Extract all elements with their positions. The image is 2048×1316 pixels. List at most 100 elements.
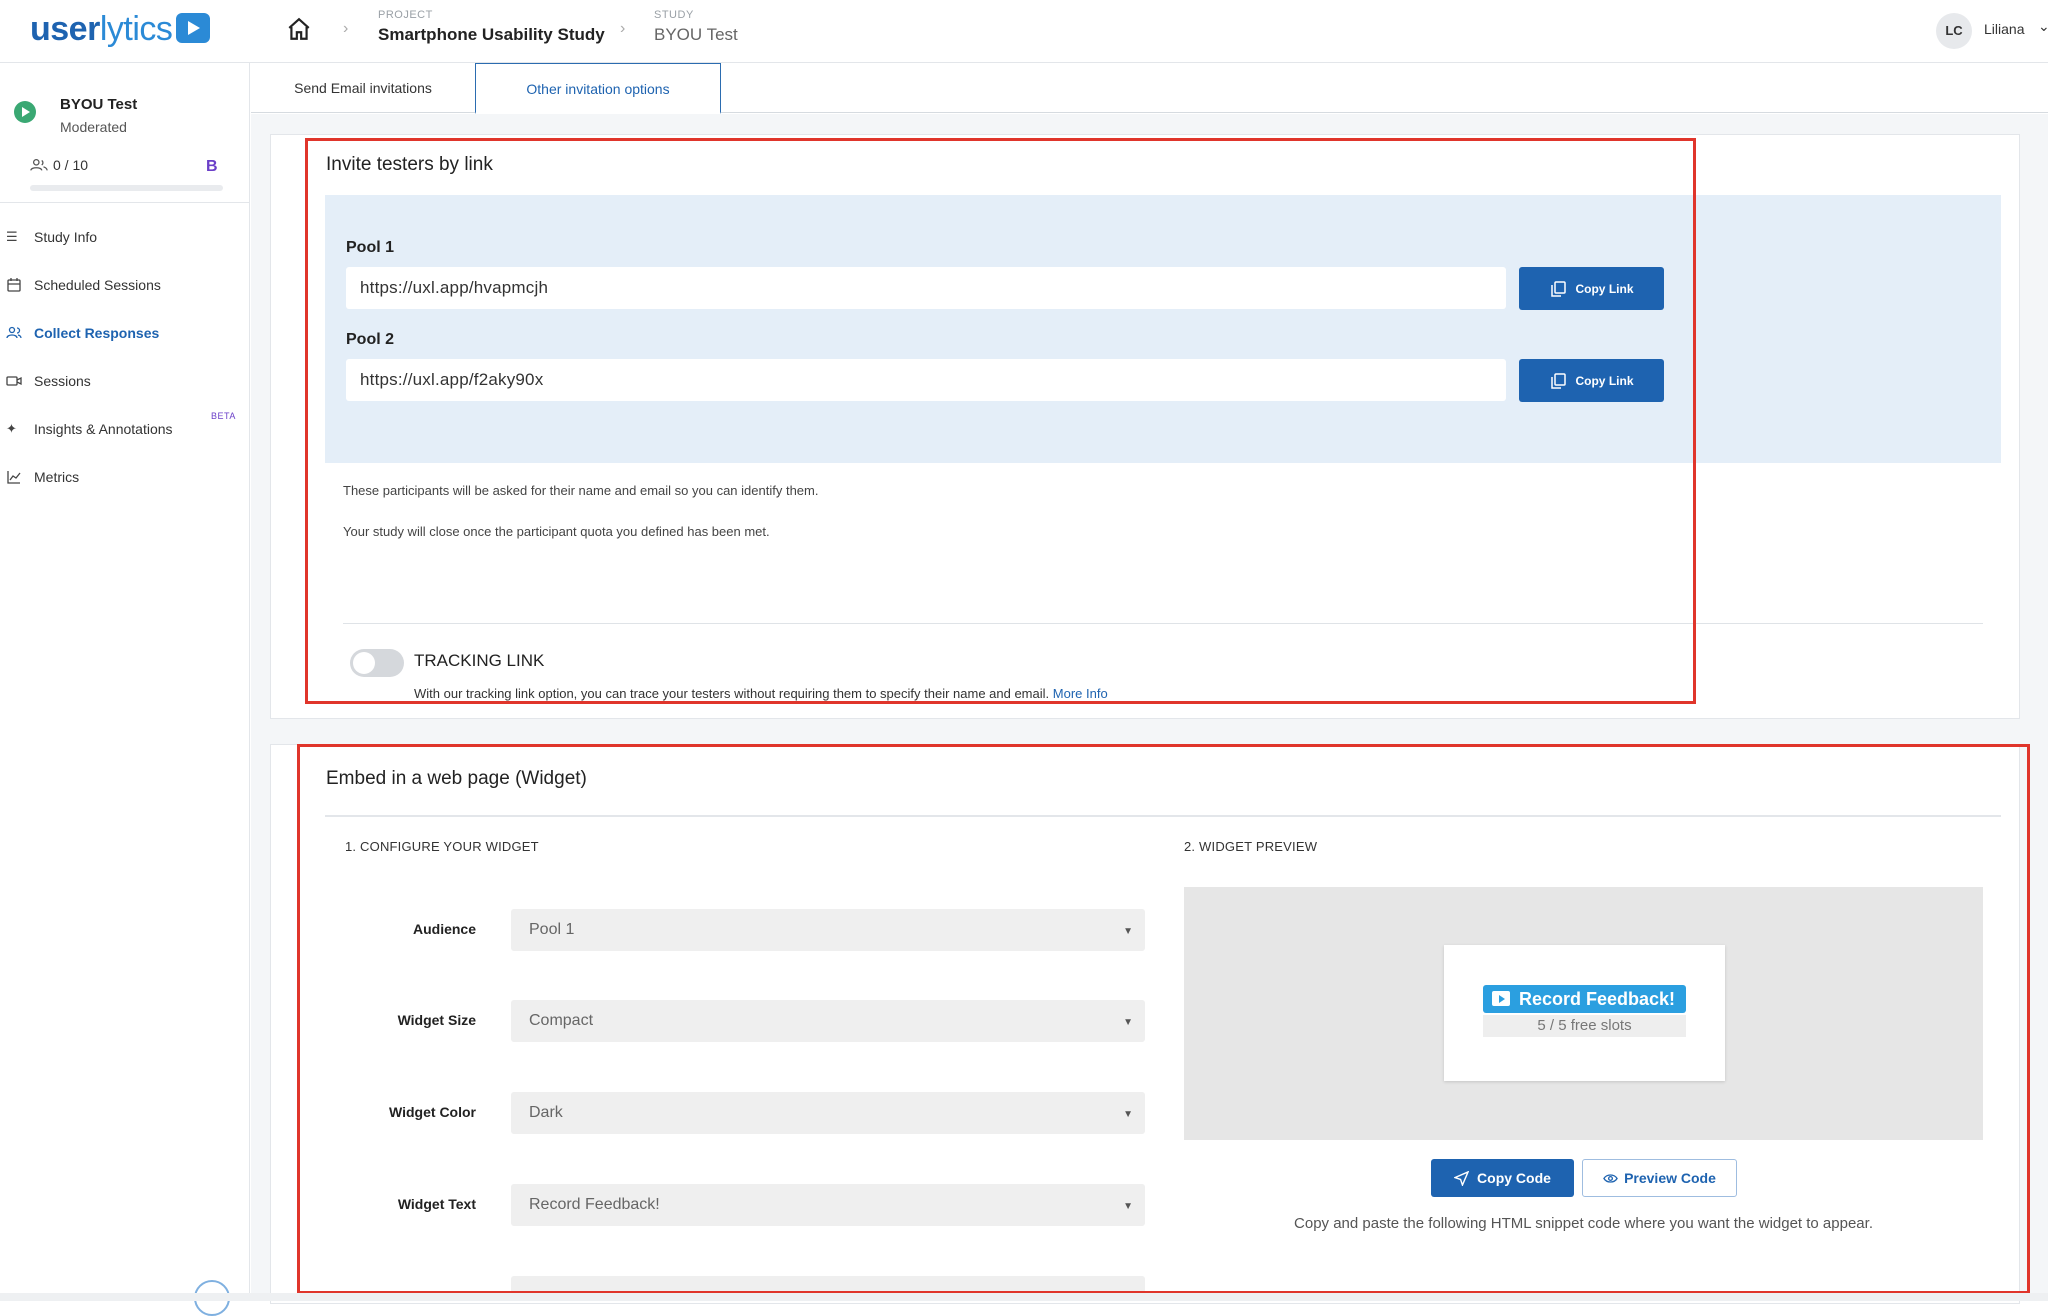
record-feedback-preview-button[interactable]: Record Feedback! [1483,985,1686,1013]
snippet-instruction: Copy and paste the following HTML snippe… [1294,1215,1873,1232]
sidebar-item-collect-responses[interactable]: Collect Responses [0,309,250,357]
configure-widget-label: 1. CONFIGURE YOUR WIDGET [345,839,539,854]
breadcrumb-study-label: STUDY [654,9,694,21]
sidebar: BYOU Test Moderated 0 / 10 B ☰ Study Inf… [0,63,250,1316]
copy-icon [1551,372,1567,389]
tab-other-options[interactable]: Other invitation options [475,63,721,114]
section-divider [325,815,2001,817]
video-icon [6,376,22,386]
sidebar-item-label: Collect Responses [34,325,160,341]
sidebar-item-label: Insights & Annotations [34,421,173,437]
sidebar-item-metrics[interactable]: Metrics [0,453,250,501]
tracking-link-title: TRACKING LINK [414,651,545,670]
invitation-tabs: Send Email invitations Other invitation … [251,63,2048,114]
tracking-link-desc-text: With our tracking link option, you can t… [414,686,1050,701]
widget-text-select[interactable]: Record Feedback! ▼ [511,1184,1145,1226]
tab-send-email[interactable]: Send Email invitations [251,63,475,113]
sidebar-item-label: Sessions [34,373,91,389]
logo-text-bold: user [30,10,100,48]
widget-color-select[interactable]: Dark ▼ [511,1092,1145,1134]
quota-count: 0 / 10 [53,157,89,173]
copy-link-label: Copy Link [1575,373,1634,388]
preview-code-button[interactable]: Preview Code [1582,1159,1737,1197]
chevron-down-icon[interactable]: ⌄ [2038,18,2048,35]
userlytics-logo[interactable]: userlytics [30,10,211,49]
chevron-down-icon: ▼ [1123,1017,1133,1028]
participants-icon [30,158,48,171]
section-divider [343,623,1983,624]
breadcrumb-chevron-icon: › [343,20,349,37]
breadcrumb-study-name: BYOU Test [654,25,738,44]
study-type: Moderated [60,119,127,135]
quota-progress-bar [30,185,223,191]
pool-1-label: Pool 1 [346,239,395,256]
widget-preview-card: Record Feedback! 5 / 5 free slots [1444,945,1725,1081]
bottom-edge [0,1293,2048,1301]
copy-code-button[interactable]: Copy Code [1431,1159,1574,1197]
main-content: Invite testers by link Pool 1 https://ux… [251,114,2048,1304]
send-icon [1454,1170,1470,1186]
widget-preview-label: 2. WIDGET PREVIEW [1184,839,1318,854]
toggle-knob [353,652,375,674]
widget-color-label: Widget Color [389,1104,476,1120]
chevron-down-icon: ▼ [1123,926,1133,937]
chevron-down-icon: ▼ [1123,1201,1133,1212]
eye-icon [1603,1173,1618,1183]
breadcrumb-chevron-icon: › [620,20,626,37]
copy-link-label: Copy Link [1575,281,1634,296]
widget-text-label: Widget Text [397,1196,476,1212]
user-name[interactable]: Liliana [1984,21,2024,37]
pool-1-copy-link-button[interactable]: Copy Link [1519,267,1664,310]
tracking-link-description: With our tracking link option, you can t… [414,686,1108,701]
breadcrumb-project-name: Smartphone Usability Study [378,25,605,44]
more-info-link[interactable]: More Info [1053,686,1108,701]
widget-size-select[interactable]: Compact ▼ [511,1000,1145,1042]
sidebar-item-label: Study Info [34,229,98,245]
study-name: BYOU Test [60,96,138,113]
widget-embed-panel: Embed in a web page (Widget) 1. CONFIGUR… [270,744,2020,1304]
pool-1-link-field[interactable]: https://uxl.app/hvapmcjh [346,267,1506,309]
copy-code-label: Copy Code [1477,1170,1551,1186]
audience-value: Pool 1 [529,921,575,938]
sidebar-item-study-info[interactable]: ☰ Study Info [0,213,250,261]
preview-code-label: Preview Code [1624,1170,1716,1186]
study-card: BYOU Test Moderated 0 / 10 B [0,63,250,203]
pool-2-copy-link-button[interactable]: Copy Link [1519,359,1664,402]
breadcrumb-project-label: PROJECT [378,9,433,21]
invite-section-title: Invite testers by link [326,154,493,175]
avatar[interactable]: LC [1936,13,1972,49]
widget-size-label: Widget Size [397,1012,476,1028]
free-slots-text: 5 / 5 free slots [1483,1015,1686,1037]
copy-icon [1551,280,1567,297]
home-icon[interactable] [286,16,312,42]
logo-play-icon [176,13,211,44]
chart-icon [7,471,21,484]
video-play-icon [1492,991,1510,1006]
widget-size-value: Compact [529,1012,594,1029]
pool-2-label: Pool 2 [346,331,395,348]
sparkle-icon: ✦ [6,421,17,436]
widget-preview-area: Record Feedback! 5 / 5 free slots [1184,887,1983,1140]
beta-badge: BETA [211,411,236,421]
sidebar-nav: ☰ Study Info Scheduled Sessions Collect … [0,213,250,501]
users-icon [6,326,22,339]
sidebar-item-sessions[interactable]: Sessions [0,357,250,405]
audience-select[interactable]: Pool 1 ▼ [511,909,1145,951]
pool-2-link-field[interactable]: https://uxl.app/f2aky90x [346,359,1506,401]
invite-by-link-panel: Invite testers by link Pool 1 https://ux… [270,134,2020,719]
plan-badge: B [206,158,218,175]
sidebar-item-label: Scheduled Sessions [34,277,161,293]
sidebar-item-insights[interactable]: ✦ Insights & Annotations BETA [0,405,250,453]
list-icon: ☰ [6,229,18,244]
invite-note-quota: Your study will close once the participa… [343,524,770,539]
logo-text-light: lytics [99,10,173,48]
pool-links-box: Pool 1 https://uxl.app/hvapmcjh Copy Lin… [325,195,2001,463]
top-bar: userlytics › PROJECT Smartphone Usabilit… [0,0,2048,63]
sidebar-item-scheduled-sessions[interactable]: Scheduled Sessions [0,261,250,309]
breadcrumb-study[interactable]: STUDY BYOU Test [654,9,738,45]
chevron-down-icon: ▼ [1123,1109,1133,1120]
audience-label: Audience [412,921,476,937]
breadcrumb-project[interactable]: PROJECT Smartphone Usability Study [378,9,605,45]
widget-color-value: Dark [529,1104,563,1121]
tracking-link-toggle[interactable] [350,649,404,677]
